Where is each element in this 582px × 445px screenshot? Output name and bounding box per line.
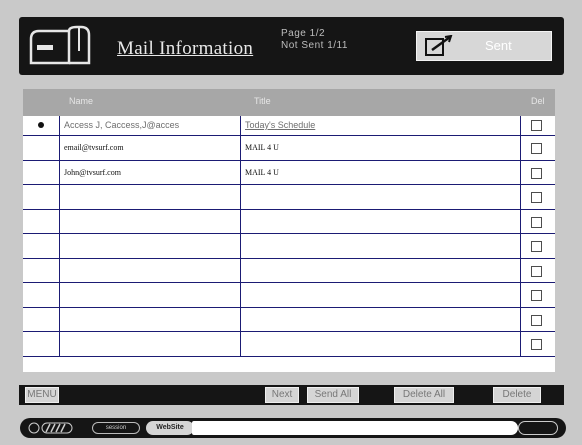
- header-bar: Mail Information Page 1/2 Not Sent 1/11 …: [19, 17, 564, 75]
- selected-bullet-icon: [38, 122, 44, 128]
- name-cell: [60, 283, 241, 307]
- table-row[interactable]: [23, 234, 555, 259]
- name-cell: [60, 185, 241, 209]
- table-row[interactable]: John@tvsurf.com MAIL 4 U: [23, 160, 555, 185]
- delete-cell: [521, 185, 555, 209]
- delete-checkbox[interactable]: [531, 167, 542, 179]
- name-cell: John@tvsurf.com: [60, 160, 241, 184]
- title-cell: [241, 258, 521, 282]
- table-row[interactable]: [23, 185, 555, 210]
- delete-cell: [521, 116, 555, 135]
- delete-all-button[interactable]: Delete All: [394, 387, 454, 403]
- table-row[interactable]: [23, 283, 555, 308]
- delete-checkbox[interactable]: [531, 143, 542, 154]
- page-counter: Page 1/2 Not Sent 1/11: [281, 28, 348, 52]
- name-cell: [60, 209, 241, 233]
- table-row[interactable]: [23, 332, 555, 357]
- status-end-cap: [518, 421, 558, 435]
- delete-cell: [521, 259, 555, 283]
- table-row[interactable]: Access J, Caccess,J@acces Today's Schedul…: [23, 116, 555, 136]
- delete-cell: [521, 210, 555, 234]
- column-header-title: Title: [254, 96, 271, 106]
- delete-cell: [521, 308, 555, 332]
- status-bar-inner: session WebSite: [20, 418, 566, 438]
- name-cell: [60, 258, 241, 282]
- name-cell: email@tvsurf.com: [60, 136, 241, 160]
- mail-table: Name Title Del Access J, Caccess,J@acces…: [23, 89, 555, 372]
- row-select-cell[interactable]: [23, 160, 60, 184]
- delete-checkbox[interactable]: [531, 192, 542, 203]
- column-header-name: Name: [69, 96, 94, 106]
- mailbox-icon: [29, 25, 91, 65]
- title-cell[interactable]: Today's Schedule: [241, 116, 521, 135]
- title-cell: [241, 283, 521, 307]
- send-all-button[interactable]: Send All: [307, 387, 359, 403]
- browser-status-bar: session WebSite: [0, 412, 582, 445]
- table-row[interactable]: [23, 258, 555, 283]
- delete-cell: [521, 332, 555, 356]
- name-cell: [60, 307, 241, 331]
- title-cell: [241, 185, 521, 209]
- table-header: Name Title Del: [23, 89, 555, 116]
- row-select-cell[interactable]: [23, 258, 60, 282]
- send-envelope-icon: [425, 35, 453, 56]
- delete-checkbox[interactable]: [531, 265, 542, 277]
- top-band: [0, 0, 582, 14]
- sent-button[interactable]: Sent: [416, 31, 552, 61]
- delete-checkbox[interactable]: [531, 120, 542, 131]
- title-cell: MAIL 4 U: [241, 160, 521, 184]
- page-title: Mail Information: [117, 38, 254, 59]
- delete-checkbox[interactable]: [531, 290, 542, 301]
- row-select-cell[interactable]: [23, 136, 60, 160]
- name-cell: [60, 234, 241, 258]
- name-cell: Access J, Caccess,J@acces: [60, 116, 241, 135]
- sent-label: Sent: [485, 38, 512, 53]
- website-label: WebSite: [146, 421, 194, 435]
- title-cell: [241, 307, 521, 331]
- column-header-del: Del: [531, 96, 545, 106]
- menu-button[interactable]: MENU: [25, 387, 59, 403]
- action-toolbar: MENU Next Send All Delete All Delete: [19, 385, 564, 405]
- delete-checkbox[interactable]: [531, 314, 542, 326]
- row-select-cell[interactable]: [23, 307, 60, 331]
- row-select-cell[interactable]: [23, 332, 60, 356]
- table-row[interactable]: [23, 209, 555, 234]
- delete-checkbox[interactable]: [531, 241, 542, 252]
- session-status: session: [92, 422, 140, 434]
- table-row[interactable]: [23, 307, 555, 332]
- title-cell: [241, 332, 521, 356]
- delete-cell: [521, 136, 555, 160]
- delete-cell: [521, 234, 555, 258]
- delete-cell: [521, 283, 555, 307]
- row-select-cell[interactable]: [23, 116, 60, 135]
- title-cell: [241, 234, 521, 258]
- row-select-cell[interactable]: [23, 283, 60, 307]
- app-frame: Mail Information Page 1/2 Not Sent 1/11 …: [0, 0, 582, 445]
- row-select-cell[interactable]: [23, 185, 60, 209]
- delete-cell: [521, 161, 555, 185]
- page-number: Page 1/2: [281, 28, 326, 39]
- name-cell: [60, 332, 241, 356]
- delete-checkbox[interactable]: [531, 216, 542, 228]
- row-select-cell[interactable]: [23, 234, 60, 258]
- next-button[interactable]: Next: [265, 387, 299, 403]
- delete-button[interactable]: Delete: [493, 387, 541, 403]
- url-field[interactable]: [192, 421, 518, 435]
- not-sent-count: Not Sent 1/11: [281, 40, 348, 51]
- row-select-cell[interactable]: [23, 209, 60, 233]
- title-cell: [241, 209, 521, 233]
- signal-stripes-icon: [28, 422, 73, 434]
- title-cell: MAIL 4 U: [241, 136, 521, 160]
- table-row[interactable]: email@tvsurf.com MAIL 4 U: [23, 136, 555, 161]
- delete-checkbox[interactable]: [531, 339, 542, 350]
